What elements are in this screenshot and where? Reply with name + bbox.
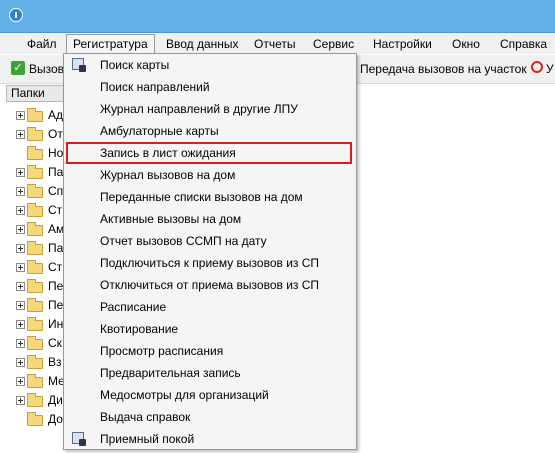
expand-icon[interactable] [16, 282, 25, 291]
menu-bar: Файл Регистратура Ввод данных Отчеты Сер… [0, 33, 555, 54]
expand-icon[interactable] [16, 301, 25, 310]
folders-panel-header: Папки [6, 85, 66, 102]
menu-item-pre-registration[interactable]: Предварительная запись [64, 362, 356, 384]
tree-item[interactable]: Па [6, 239, 66, 257]
folder-icon [27, 127, 43, 141]
menu-item-admission-room[interactable]: Приемный покой [64, 428, 356, 450]
tree-item[interactable]: Пе [6, 296, 66, 314]
menu-item-disconnect-sp-calls[interactable]: Отключиться от приема вызовов из СП [64, 274, 356, 296]
expand-icon[interactable] [16, 130, 25, 139]
folder-icon [27, 355, 43, 369]
toolbar-extra-label[interactable]: У [546, 61, 554, 77]
tree-item[interactable]: Но [6, 144, 66, 162]
expand-icon[interactable] [16, 187, 25, 196]
app-icon [9, 8, 23, 22]
menu-item-referrals-journal[interactable]: Журнал направлений в другие ЛПУ [64, 98, 356, 120]
menu-item-transferred-call-lists[interactable]: Переданные списки вызовов на дом [64, 186, 356, 208]
menu-item-quotas[interactable]: Квотирование [64, 318, 356, 340]
menu-item-issue-certificates[interactable]: Выдача справок [64, 406, 356, 428]
menu-registry[interactable]: Регистратура [66, 34, 155, 53]
folder-icon [27, 374, 43, 388]
folder-icon [27, 203, 43, 217]
tree-item[interactable]: До [6, 410, 66, 428]
tree-item[interactable]: Ди [6, 391, 66, 409]
menu-item-search-card[interactable]: Поиск карты [64, 54, 356, 76]
menu-reports[interactable]: Отчеты [254, 36, 295, 52]
expand-icon[interactable] [16, 206, 25, 215]
expand-icon[interactable] [16, 320, 25, 329]
search-card-icon [72, 58, 86, 72]
folder-icon [27, 165, 43, 179]
tree-item[interactable]: Па [6, 163, 66, 181]
expand-icon[interactable] [16, 168, 25, 177]
expand-icon[interactable] [16, 111, 25, 120]
tree-item[interactable]: Сп [6, 182, 66, 200]
menu-item-outpatient-cards[interactable]: Амбулаторные карты [64, 120, 356, 142]
folder-icon [27, 336, 43, 350]
registry-dropdown-menu: Поиск карты Поиск направлений Журнал нап… [63, 53, 357, 450]
tree-item[interactable]: Пе [6, 277, 66, 295]
folder-icon [27, 279, 43, 293]
expand-icon[interactable] [16, 377, 25, 386]
stop-icon[interactable] [531, 61, 543, 73]
folder-icon [27, 412, 43, 426]
folder-icon [27, 108, 43, 122]
tree-item[interactable]: Ам [6, 220, 66, 238]
menu-item-ssmp-calls-report[interactable]: Отчет вызовов ССМП на дату [64, 230, 356, 252]
tree-item[interactable]: Ст [6, 258, 66, 276]
folder-icon [27, 393, 43, 407]
folder-icon [27, 222, 43, 236]
tree-item[interactable]: Ск [6, 334, 66, 352]
check-icon[interactable]: ✓ [11, 61, 25, 75]
menu-item-home-calls-journal[interactable]: Журнал вызовов на дом [64, 164, 356, 186]
folder-icon [27, 260, 43, 274]
admission-room-icon [72, 432, 86, 446]
highlight-box [66, 142, 352, 164]
menu-data-entry[interactable]: Ввод данных [166, 36, 239, 52]
tree-item[interactable]: Ст [6, 201, 66, 219]
tree-item[interactable]: Ме [6, 372, 66, 390]
folder-icon [27, 241, 43, 255]
expand-icon[interactable] [16, 225, 25, 234]
tree-item[interactable]: Ад [6, 106, 66, 124]
menu-item-active-home-calls[interactable]: Активные вызовы на дом [64, 208, 356, 230]
menu-file[interactable]: Файл [27, 36, 57, 52]
toolbar-call-button[interactable]: Вызов [29, 61, 64, 77]
expand-icon[interactable] [16, 396, 25, 405]
folder-icon [27, 184, 43, 198]
tree-item[interactable]: От [6, 125, 66, 143]
tree-item[interactable]: Вз [6, 353, 66, 371]
folder-icon [27, 298, 43, 312]
expand-icon[interactable] [16, 339, 25, 348]
toolbar-transfer-calls-button[interactable]: Передача вызовов на участок [360, 61, 527, 77]
title-bar [0, 0, 555, 33]
folder-icon [27, 146, 43, 160]
expand-icon[interactable] [16, 358, 25, 367]
menu-item-view-schedule[interactable]: Просмотр расписания [64, 340, 356, 362]
expand-icon[interactable] [16, 263, 25, 272]
tree-item[interactable]: Ин [6, 315, 66, 333]
menu-item-schedule[interactable]: Расписание [64, 296, 356, 318]
menu-item-medical-checkups[interactable]: Медосмотры для организаций [64, 384, 356, 406]
menu-settings[interactable]: Настройки [373, 36, 432, 52]
menu-service[interactable]: Сервис [313, 36, 354, 52]
folder-icon [27, 317, 43, 331]
folder-tree: Ад От Но Па Сп Ст Ам Па Ст Пе Пе Ин Ск В… [6, 104, 66, 453]
expand-icon[interactable] [16, 244, 25, 253]
menu-help[interactable]: Справка [500, 36, 547, 52]
menu-item-connect-sp-calls[interactable]: Подключиться к приему вызовов из СП [64, 252, 356, 274]
menu-window[interactable]: Окно [452, 36, 480, 52]
menu-item-search-referrals[interactable]: Поиск направлений [64, 76, 356, 98]
